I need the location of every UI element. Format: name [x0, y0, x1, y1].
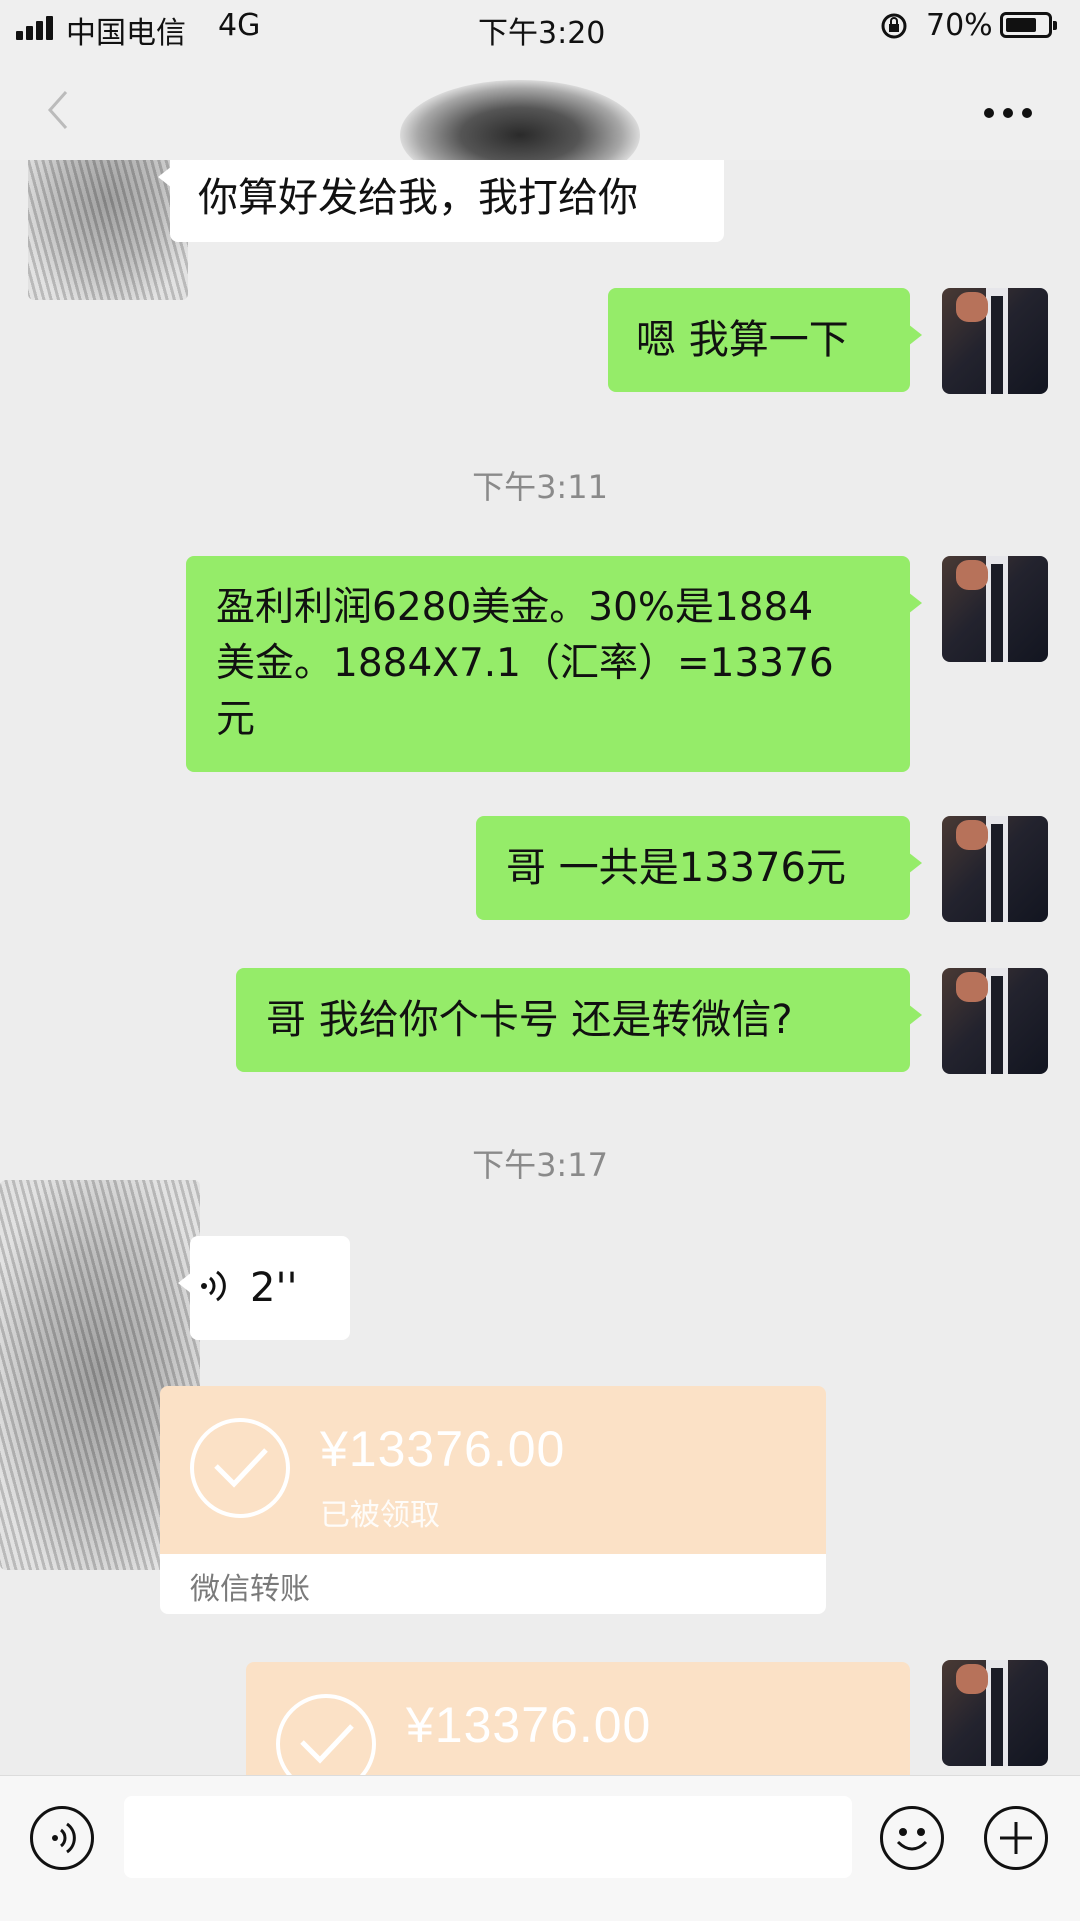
voice-duration: 2''	[250, 1265, 298, 1311]
message-text-line: 元	[216, 697, 256, 742]
sent-message[interactable]: 哥 我给你个卡号 还是转微信?	[236, 968, 922, 1072]
status-bar: 中国电信 4G 下午3:20 70%	[0, 0, 1080, 56]
network-type: 4G	[218, 8, 261, 43]
battery-icon	[1000, 12, 1057, 38]
received-message[interactable]: 你算好发给我，我打给你	[158, 160, 724, 242]
chat-message-list[interactable]: 你算好发给我，我打给你 嗯 我算一下 下午3:11 盈利利润6280美金。30%…	[0, 160, 1080, 1775]
message-text: 哥 一共是13376元	[506, 845, 846, 891]
plus-circle-icon[interactable]	[984, 1806, 1048, 1870]
signal-icon	[16, 16, 58, 40]
message-text-input[interactable]	[124, 1796, 852, 1878]
sent-message[interactable]: 嗯 我算一下	[608, 288, 922, 392]
chevron-left-icon[interactable]	[40, 86, 76, 134]
transfer-status: 已收钱	[406, 1766, 496, 1775]
user-avatar[interactable]	[942, 1660, 1048, 1766]
transfer-amount: ¥13376.00	[320, 1421, 566, 1477]
user-avatar[interactable]	[942, 556, 1048, 662]
message-text: 你算好发给我，我打给你	[198, 175, 638, 221]
transfer-card-sent[interactable]: ¥13376.00 已收钱	[246, 1662, 910, 1775]
status-time: 下午3:20	[478, 16, 606, 51]
check-circle-icon	[190, 1418, 290, 1518]
battery-percentage: 70%	[926, 8, 993, 43]
transfer-source-label: 微信转账	[190, 1572, 310, 1607]
message-text-line: 盈利利润6280美金。30%是1884	[216, 585, 814, 630]
emoji-icon[interactable]	[880, 1806, 944, 1870]
timestamp: 下午3:11	[472, 468, 608, 506]
message-text-line: 美金。1884X7.1（汇率）=13376	[216, 641, 834, 686]
message-text: 哥 我给你个卡号 还是转微信?	[266, 997, 793, 1043]
transfer-card-received[interactable]: ¥13376.00 已被领取 微信转账	[160, 1386, 826, 1614]
transfer-status: 已被领取	[320, 1498, 440, 1533]
rotation-lock-icon	[881, 13, 907, 39]
voice-wave-icon	[201, 1270, 226, 1302]
message-input-bar	[0, 1775, 1080, 1921]
transfer-amount: ¥13376.00	[406, 1697, 652, 1753]
sent-message[interactable]: 盈利利润6280美金。30%是1884 美金。1884X7.1（汇率）=1337…	[186, 556, 922, 772]
user-avatar[interactable]	[942, 816, 1048, 922]
user-avatar[interactable]	[942, 288, 1048, 394]
sent-message[interactable]: 哥 一共是13376元	[476, 816, 922, 920]
more-horizontal-icon[interactable]	[984, 108, 1032, 120]
carrier-name: 中国电信	[66, 16, 186, 51]
message-text: 嗯 我算一下	[636, 317, 849, 363]
received-voice-message[interactable]: 2''	[178, 1236, 350, 1340]
voice-input-icon[interactable]	[30, 1806, 94, 1870]
chat-header	[0, 56, 1080, 190]
user-avatar[interactable]	[942, 968, 1048, 1074]
